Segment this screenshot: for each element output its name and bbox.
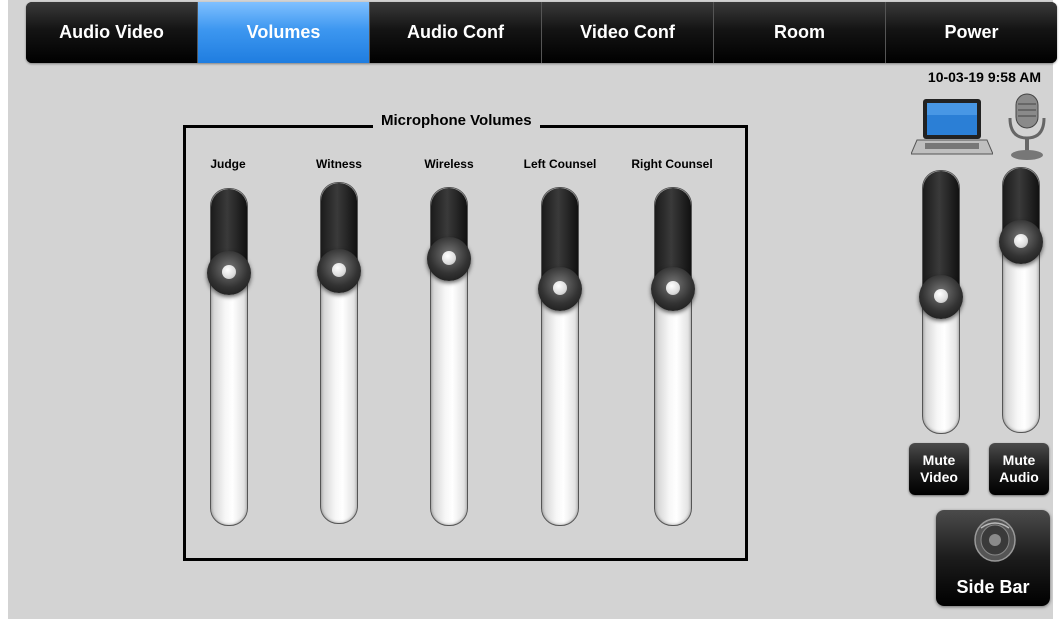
mute-video-label-line2: Video xyxy=(920,469,958,485)
slider-knob[interactable] xyxy=(317,249,361,294)
slider-knob[interactable] xyxy=(999,219,1043,264)
volume-slider-judge[interactable] xyxy=(207,188,251,526)
channel-label-witness: Witness xyxy=(316,157,362,171)
laptop-icon xyxy=(911,99,993,155)
tab-video-conf[interactable]: Video Conf xyxy=(542,2,714,63)
volume-slider-left-counsel[interactable] xyxy=(538,187,582,526)
volume-slider-witness[interactable] xyxy=(317,182,361,524)
mute-audio-label-line2: Audio xyxy=(999,469,1039,485)
mute-audio-button[interactable]: Mute Audio xyxy=(989,443,1049,495)
slider-knob[interactable] xyxy=(207,251,251,295)
side-bar-button[interactable]: Side Bar xyxy=(936,510,1050,606)
microphone-icon xyxy=(1008,93,1046,160)
slider-knob[interactable] xyxy=(919,274,963,319)
tab-room[interactable]: Room xyxy=(714,2,886,63)
tab-power[interactable]: Power xyxy=(886,2,1057,63)
channel-label-left-counsel: Left Counsel xyxy=(523,157,597,171)
volume-slider-audio[interactable] xyxy=(999,167,1043,433)
slider-knob[interactable] xyxy=(651,267,695,312)
tab-audio-conf[interactable]: Audio Conf xyxy=(370,2,542,63)
channel-label-judge: Judge xyxy=(210,157,246,171)
tab-volumes[interactable]: Volumes xyxy=(198,2,370,63)
tab-audio-video[interactable]: Audio Video xyxy=(26,2,198,63)
mute-video-button[interactable]: Mute Video xyxy=(909,443,969,495)
microphone-volumes-title: Microphone Volumes xyxy=(373,112,540,129)
touch-panel-screen: Audio Video Volumes Audio Conf Video Con… xyxy=(8,0,1057,619)
mute-audio-label-line1: Mute xyxy=(1002,452,1036,468)
tab-bar: Audio Video Volumes Audio Conf Video Con… xyxy=(26,2,1057,63)
speaker-icon xyxy=(974,518,1016,562)
volume-slider-video[interactable] xyxy=(919,170,963,434)
side-bar-label: Side Bar xyxy=(956,577,1030,597)
date-time: 10-03-19 9:58 AM xyxy=(927,69,1041,85)
channel-label-wireless: Wireless xyxy=(424,157,474,171)
mute-video-label-line1: Mute xyxy=(922,452,956,468)
slider-knob[interactable] xyxy=(427,236,471,281)
volume-slider-wireless[interactable] xyxy=(427,187,471,526)
channel-label-right-counsel: Right Counsel xyxy=(631,157,713,171)
volume-slider-right-counsel[interactable] xyxy=(651,187,695,526)
slider-knob[interactable] xyxy=(538,267,582,312)
